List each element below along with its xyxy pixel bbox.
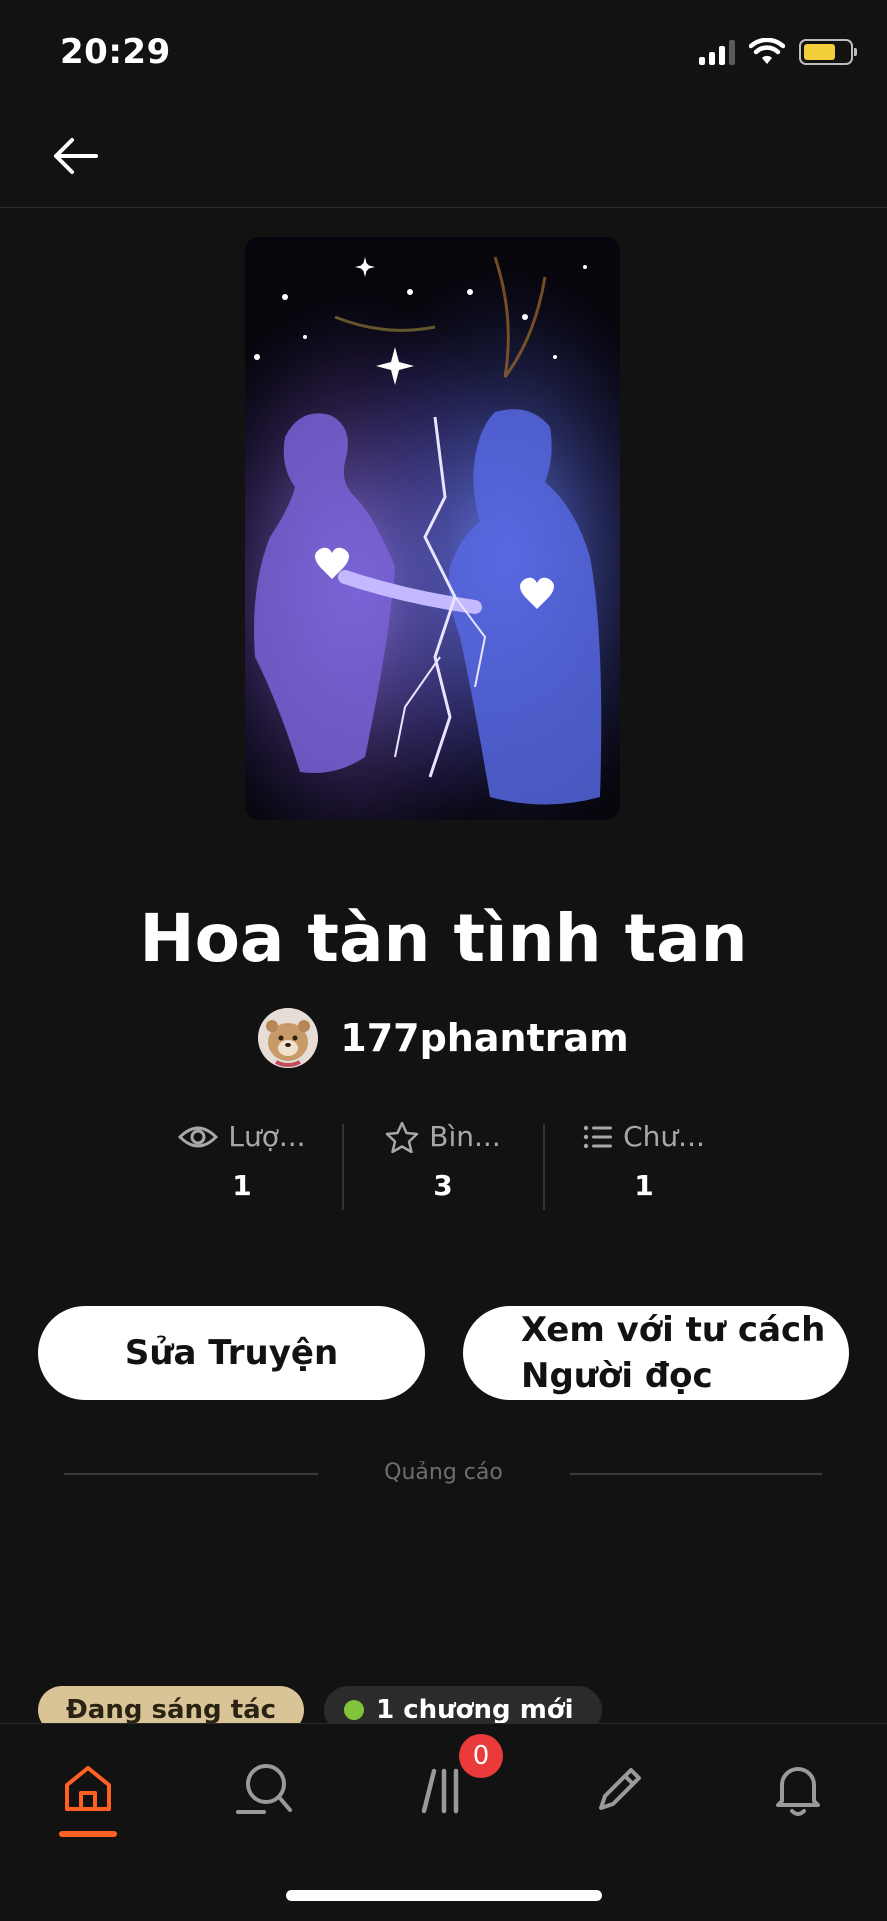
nav-write[interactable] [580,1749,660,1829]
author-row[interactable]: 177phantram [0,1008,887,1068]
bell-icon [776,1767,820,1816]
view-as-reader-line1: Xem với tư cách [521,1310,826,1350]
nav-active-indicator [59,1831,117,1837]
library-badge: 0 [459,1734,503,1778]
stat-label: Lượ... [228,1120,306,1153]
nav-search[interactable] [225,1749,305,1829]
pencil-icon [599,1768,641,1810]
stat-votes: Bìn... 3 [343,1120,543,1202]
stat-label: Chư... [623,1120,705,1153]
star-icon [386,1121,419,1153]
list-icon [583,1125,613,1148]
search-icon [236,1764,292,1814]
stat-views: Lượ... 1 [142,1120,342,1202]
back-arrow-icon[interactable] [48,128,104,184]
story-title: Hoa tàn tình tan [139,900,748,977]
stat-label: Bìn... [429,1120,501,1153]
ad-divider-right [570,1473,822,1475]
wifi-icon [749,38,785,64]
stat-value: 3 [433,1169,453,1202]
view-as-reader-line2: Người đọc [521,1356,713,1396]
edit-story-button[interactable]: Sửa Truyện [38,1306,425,1400]
stat-value: 1 [232,1169,252,1202]
battery-icon [799,39,857,65]
view-as-reader-button[interactable]: Xem với tư cách Người đọc [463,1306,849,1400]
new-chapter-label: 1 chương mới [376,1695,574,1725]
status-icons [699,38,857,66]
story-cover-image [245,237,620,820]
new-dot-icon [344,1700,365,1720]
author-name[interactable]: 177phantram [340,1016,628,1060]
header-divider [0,207,887,208]
nav-home[interactable] [48,1749,128,1829]
avatar [258,1008,319,1068]
status-time: 20:29 [60,32,171,72]
eye-icon [178,1126,219,1147]
signal-icon [699,39,735,65]
nav-notifications[interactable] [758,1749,838,1829]
home-indicator [286,1890,602,1901]
library-icon [421,1768,459,1814]
home-icon [65,1766,111,1811]
stat-value: 1 [634,1169,654,1202]
stat-chapters: Chư... 1 [544,1120,744,1202]
